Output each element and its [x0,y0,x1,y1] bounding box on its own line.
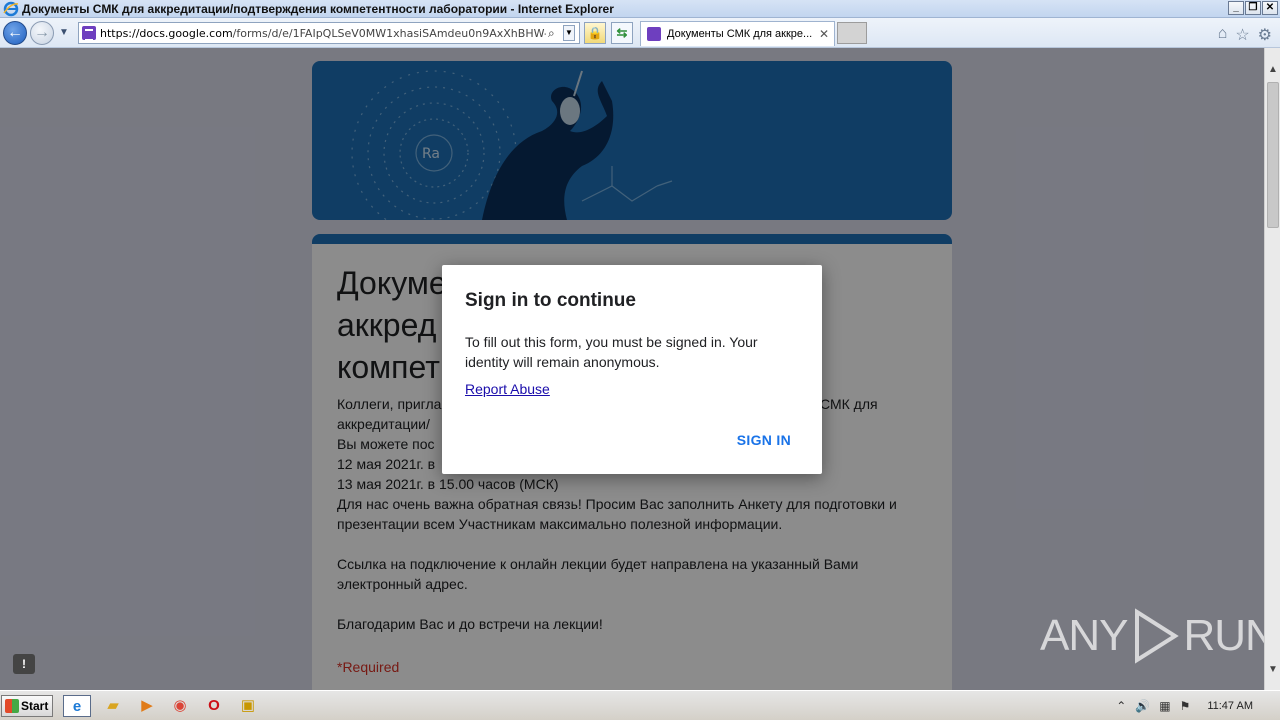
url-domain: https://docs.google.com [100,26,233,40]
tab-active[interactable]: Документы СМК для аккре... ✕ [640,21,835,46]
refresh-button[interactable]: ⇆ [611,22,633,44]
watermark-text-left: ANY [1040,611,1128,660]
dialog-title: Sign in to continue [465,290,636,311]
start-label: Start [21,699,49,713]
windows-logo-icon [5,699,19,713]
maximize-button[interactable]: ❐ [1245,1,1261,15]
forward-arrow-icon: → [34,24,50,41]
tab-close-icon[interactable]: ✕ [819,27,829,41]
action-center-flag-icon[interactable]: ⚑ [1180,699,1191,713]
back-button[interactable]: ← [3,21,27,45]
window-controls: _ ❐ ✕ [1228,1,1278,15]
minimize-button[interactable]: _ [1228,1,1244,15]
internet-explorer-icon [3,1,19,16]
security-lock-icon[interactable]: 🔒 [584,22,606,44]
watermark-play-icon [1135,608,1180,664]
address-url[interactable]: https://docs.google.com/forms/d/e/1FAIpQ… [100,27,546,40]
close-window-button[interactable]: ✕ [1262,1,1278,15]
scroll-down-arrow-icon[interactable]: ▼ [1265,662,1280,678]
tab-label: Документы СМК для аккре... [667,28,813,40]
sign-in-button[interactable]: SIGN IN [737,432,791,448]
clock[interactable]: 11:47 AM [1207,700,1253,712]
tab-favicon-icon [647,27,661,41]
vertical-scrollbar[interactable]: ▲ ▼ [1264,48,1280,690]
report-abuse-link[interactable]: Report Abuse [465,381,550,397]
watermark-text-right: RUN [1183,611,1264,660]
address-dropdown-button[interactable]: ▼ [563,25,575,41]
home-icon[interactable]: ⌂ [1218,25,1228,45]
taskbar-norton-icon[interactable]: ▣ [234,695,262,717]
anyrun-watermark: ANY RUN [1040,608,1264,664]
taskbar-chrome-icon[interactable]: ◉ [166,695,194,717]
sign-in-dialog: Sign in to continue To fill out this for… [442,265,822,474]
google-forms-favicon-icon [82,26,96,41]
forward-button[interactable]: → [30,21,54,45]
favorites-star-icon[interactable]: ☆ [1235,25,1249,45]
taskbar-opera-icon[interactable]: O [200,695,228,717]
url-path: /forms/d/e/1FAIpQLSeV0MW1xhasiSAmdeu0n9A… [232,26,546,40]
system-tray: ⌃ 🔊 ▦ ⚑ 11:47 AM [1116,695,1280,717]
window-titlebar: Документы СМК для аккредитации/подтвержд… [0,0,1280,18]
settings-gear-icon[interactable]: ⚙ [1258,25,1272,45]
history-dropdown-button[interactable]: ▼ [57,27,71,41]
scroll-thumb[interactable] [1267,82,1279,228]
tray-expand-icon[interactable]: ⌃ [1116,699,1126,713]
page-content: Ra Докуме аккред компет Коллеги, пригла … [0,48,1264,690]
dialog-message: To fill out this form, you must be signe… [465,334,758,370]
taskbar-internet-explorer-icon[interactable]: e [63,695,91,717]
search-icon[interactable]: ⌕ [548,26,562,41]
taskbar-file-explorer-icon[interactable]: ▰ [99,695,127,717]
network-icon[interactable]: ▦ [1159,699,1170,713]
back-arrow-icon: ← [7,24,23,41]
scroll-up-arrow-icon[interactable]: ▲ [1265,62,1280,78]
volume-icon[interactable]: 🔊 [1135,699,1150,713]
toolbar-icons: ⌂ ☆ ⚙ [1218,25,1272,45]
navigation-bar: ← → ▼ https://docs.google.com/forms/d/e/… [0,18,1280,48]
address-bar[interactable]: https://docs.google.com/forms/d/e/1FAIpQ… [78,22,580,44]
new-tab-button[interactable] [837,22,867,44]
start-button[interactable]: Start [1,695,53,717]
windows-taskbar: Start e ▰ ▶ ◉ O ▣ ⌃ 🔊 ▦ ⚑ 11:47 AM [0,690,1280,720]
feedback-icon[interactable]: ! [13,654,35,674]
taskbar-media-player-icon[interactable]: ▶ [133,695,161,717]
window-title: Документы СМК для аккредитации/подтвержд… [22,1,614,16]
